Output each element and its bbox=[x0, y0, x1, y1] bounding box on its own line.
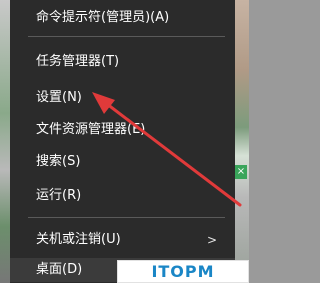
watermark-logo: ITOPM bbox=[117, 260, 249, 283]
menu-item-shutdown-signout[interactable]: 关机或注销(U) > bbox=[10, 228, 235, 252]
desktop-background-right bbox=[235, 0, 249, 283]
menu-item-label: 任务管理器(T) bbox=[36, 54, 120, 69]
desktop-background-left bbox=[0, 0, 10, 283]
menu-separator bbox=[28, 36, 225, 37]
menu-item-label: 设置(N) bbox=[36, 90, 82, 105]
menu-separator bbox=[28, 217, 225, 218]
menu-item-label: 关机或注销(U) bbox=[36, 232, 121, 247]
menu-item-label: 桌面(D) bbox=[36, 262, 83, 277]
menu-item-label: 搜索(S) bbox=[36, 154, 81, 169]
menu-item-settings[interactable]: 设置(N) bbox=[10, 86, 235, 110]
winx-context-menu: 命令提示符(管理员)(A) 任务管理器(T) 设置(N) 文件资源管理器(E) … bbox=[10, 0, 235, 283]
menu-item-file-explorer[interactable]: 文件资源管理器(E) bbox=[10, 118, 235, 142]
watermark-text: ITOPM bbox=[151, 262, 215, 281]
menu-item-task-manager[interactable]: 任务管理器(T) bbox=[10, 50, 235, 74]
close-icon: × bbox=[235, 165, 247, 179]
menu-item-run[interactable]: 运行(R) bbox=[10, 184, 235, 208]
menu-item-label: 运行(R) bbox=[36, 188, 82, 203]
menu-item-label: 文件资源管理器(E) bbox=[36, 122, 146, 137]
menu-item-label: 命令提示符(管理员)(A) bbox=[36, 10, 170, 25]
menu-item-command-prompt-admin[interactable]: 命令提示符(管理员)(A) bbox=[10, 6, 235, 30]
menu-item-search[interactable]: 搜索(S) bbox=[10, 150, 235, 174]
chevron-right-icon: > bbox=[206, 233, 217, 247]
